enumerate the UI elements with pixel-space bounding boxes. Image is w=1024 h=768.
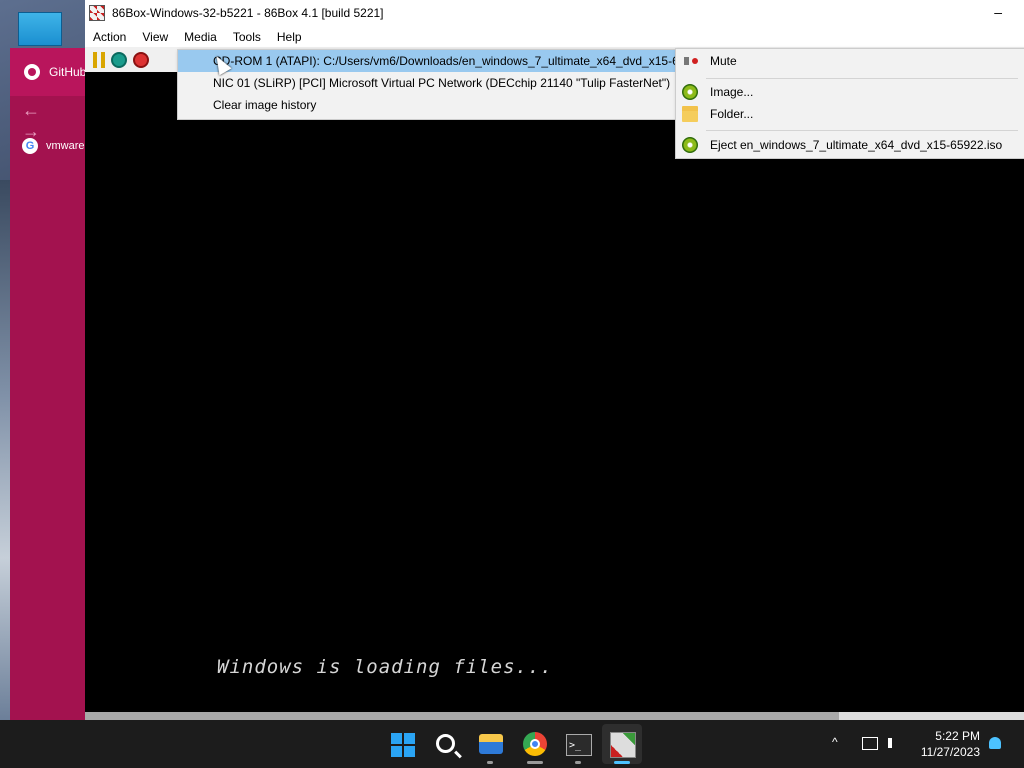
desktop-shortcut-icon[interactable] <box>18 12 62 46</box>
browser-nav-arrows[interactable]: ← → <box>22 100 90 142</box>
menu-item-cdrom[interactable]: CD-ROM 1 (ATAPI): C:/Users/vm6/Downloads… <box>178 50 676 72</box>
network-icon[interactable] <box>862 737 878 750</box>
app-running-indicator <box>575 761 581 764</box>
submenu-label: Image... <box>710 85 754 99</box>
pause-icon[interactable] <box>93 51 105 68</box>
file-explorer-icon[interactable] <box>479 734 503 754</box>
wallpaper <box>0 180 10 720</box>
chrome-icon[interactable] <box>523 732 547 756</box>
menu-help[interactable]: Help <box>269 30 310 44</box>
submenu-mute[interactable]: Mute <box>676 50 1024 72</box>
title-bar[interactable]: 86Box-Windows-32-b5221 - 86Box 4.1 [buil… <box>85 0 1024 26</box>
menu-separator <box>706 78 1018 79</box>
86box-icon[interactable] <box>610 732 636 758</box>
media-menu-popup: CD-ROM 1 (ATAPI): C:/Users/vm6/Downloads… <box>177 49 677 120</box>
menu-tools[interactable]: Tools <box>225 30 269 44</box>
volume-muted-icon[interactable] <box>888 738 904 748</box>
search-icon[interactable] <box>436 734 455 753</box>
submenu-label: Mute <box>710 54 737 68</box>
menu-view[interactable]: View <box>134 30 176 44</box>
emulator-screen-text: Windows is loading files... <box>217 656 553 678</box>
clock[interactable]: 5:22 PM 11/27/2023 <box>921 728 980 760</box>
submenu-label: Eject en_windows_7_ultimate_x64_dvd_x15-… <box>710 138 1003 152</box>
app-running-indicator <box>487 761 493 764</box>
reset-icon[interactable] <box>111 51 127 68</box>
app-active-indicator <box>614 761 630 764</box>
tray-chevron-icon[interactable]: ^ <box>832 735 838 749</box>
cd-icon <box>682 137 698 153</box>
menu-media[interactable]: Media <box>176 30 225 44</box>
start-icon[interactable] <box>391 733 415 757</box>
bookmark-vmware[interactable]: G vmware <box>22 138 85 154</box>
submenu-label: Folder... <box>710 107 754 121</box>
notification-bell-icon[interactable] <box>989 737 1001 749</box>
menu-bar: Action View Media Tools Help <box>85 26 1024 47</box>
minimize-button[interactable]: – <box>994 4 1002 20</box>
scrollbar-thumb[interactable] <box>85 712 839 720</box>
clock-time: 5:22 PM <box>935 729 980 743</box>
cd-icon <box>682 84 698 100</box>
terminal-icon[interactable]: >_ <box>566 734 592 756</box>
power-icon[interactable] <box>133 51 149 68</box>
menu-separator <box>706 130 1018 131</box>
app-running-indicator <box>527 761 543 764</box>
86box-app-icon <box>89 5 105 21</box>
browser-tab[interactable]: GitHub <box>10 48 90 96</box>
horizontal-scrollbar[interactable] <box>85 712 1024 720</box>
background-browser-window[interactable]: GitHub ← → G vmware <box>10 48 90 720</box>
browser-tab-label: GitHub <box>49 65 87 79</box>
submenu-folder[interactable]: Folder... <box>676 103 1024 125</box>
menu-item-clear-history[interactable]: Clear image history <box>178 94 676 116</box>
menu-action[interactable]: Action <box>85 30 134 44</box>
cdrom-submenu: Mute Image... Folder... Eject en_windows… <box>675 48 1024 159</box>
folder-icon <box>682 106 698 122</box>
github-icon <box>24 64 40 80</box>
window-title: 86Box-Windows-32-b5221 - 86Box 4.1 [buil… <box>112 6 384 20</box>
speaker-muted-icon <box>682 53 698 69</box>
submenu-image[interactable]: Image... <box>676 81 1024 103</box>
clock-date: 11/27/2023 <box>920 745 980 759</box>
bookmark-label: vmware <box>46 140 85 152</box>
submenu-eject[interactable]: Eject en_windows_7_ultimate_x64_dvd_x15-… <box>676 134 1024 156</box>
google-icon: G <box>22 138 38 154</box>
menu-item-nic[interactable]: NIC 01 (SLiRP) [PCI] Microsoft Virtual P… <box>178 72 676 94</box>
